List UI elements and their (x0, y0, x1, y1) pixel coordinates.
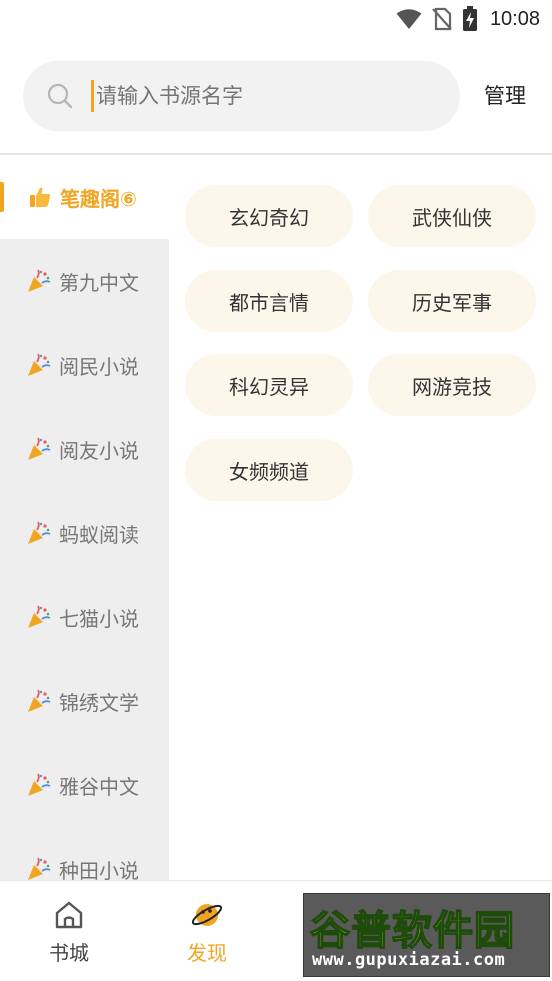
nav-tab-discover[interactable]: 发现 (138, 881, 276, 981)
active-indicator (0, 182, 4, 212)
nav-label: 书城 (49, 941, 89, 965)
sidebar-item-label: 阅友小说 (59, 438, 139, 463)
category-chip-wuxia[interactable]: 武侠仙侠 (368, 185, 536, 247)
sidebar-item-label: 笔趣阁⑥ (60, 186, 137, 211)
watermark-title: 谷普软件园 (309, 907, 515, 955)
sidebar-item-zhongtian[interactable]: 种田小说 (0, 827, 169, 880)
sidebar-item-mayi[interactable]: 蚂蚁阅读 (0, 491, 169, 575)
home-icon (55, 901, 83, 929)
sidebar-item-yagu[interactable]: 雅谷中文 (0, 743, 169, 827)
battery-charging-icon (462, 6, 477, 31)
sidebar-item-dijiu[interactable]: 第九中文 (0, 239, 169, 323)
source-sidebar[interactable]: 笔趣阁⑥ 第九中文 阅民小说 阅友小说 蚂蚁阅读 七猫小说 锦绣文学 雅谷中文 … (0, 155, 169, 880)
watermark-url: www.gupuxiazai.com (312, 950, 506, 970)
status-time: 10:08 (489, 7, 540, 30)
party-popper-icon (28, 269, 51, 292)
party-popper-icon (28, 857, 51, 880)
category-chip-lishi[interactable]: 历史军事 (368, 270, 536, 332)
nav-label: 发现 (187, 941, 227, 965)
sidebar-item-label: 锦绣文学 (59, 690, 139, 715)
search-icon (47, 83, 73, 109)
sidebar-item-biquge[interactable]: 笔趣阁⑥ (0, 155, 169, 239)
sidebar-item-label: 第九中文 (59, 270, 139, 295)
status-bar: 10:08 (0, 0, 552, 38)
category-chip-xuanhuan[interactable]: 玄幻奇幻 (185, 185, 353, 247)
nav-tab-bookstore[interactable]: 书城 (0, 881, 138, 981)
sidebar-item-label: 种田小说 (59, 858, 139, 881)
planet-icon (191, 904, 223, 926)
no-sim-icon (432, 7, 452, 31)
party-popper-icon (28, 437, 51, 460)
category-chip-dushi[interactable]: 都市言情 (185, 270, 353, 332)
thumbs-up-icon (30, 187, 51, 207)
sidebar-item-label: 雅谷中文 (59, 774, 139, 799)
text-cursor (91, 80, 94, 112)
sidebar-item-label: 阅民小说 (59, 354, 139, 379)
party-popper-icon (28, 605, 51, 628)
sidebar-item-qimao[interactable]: 七猫小说 (0, 575, 169, 659)
party-popper-icon (28, 521, 51, 544)
sidebar-item-label: 蚂蚁阅读 (59, 522, 139, 547)
party-popper-icon (28, 353, 51, 376)
watermark: 谷普软件园 www.gupuxiazai.com (303, 893, 550, 977)
search-input[interactable] (96, 79, 396, 113)
status-icons: 10:08 (396, 6, 540, 32)
category-chip-nvpin[interactable]: 女频频道 (185, 439, 353, 501)
party-popper-icon (28, 773, 51, 796)
manage-button[interactable]: 管理 (484, 80, 526, 112)
party-popper-icon (28, 689, 51, 712)
category-chip-wangyou[interactable]: 网游竞技 (368, 354, 536, 416)
sidebar-item-yuemin[interactable]: 阅民小说 (0, 323, 169, 407)
sidebar-item-jinxiu[interactable]: 锦绣文学 (0, 659, 169, 743)
sidebar-item-yueyou[interactable]: 阅友小说 (0, 407, 169, 491)
category-chip-kehuan[interactable]: 科幻灵异 (185, 354, 353, 416)
wifi-icon (396, 9, 422, 29)
sidebar-item-label: 七猫小说 (59, 606, 139, 631)
